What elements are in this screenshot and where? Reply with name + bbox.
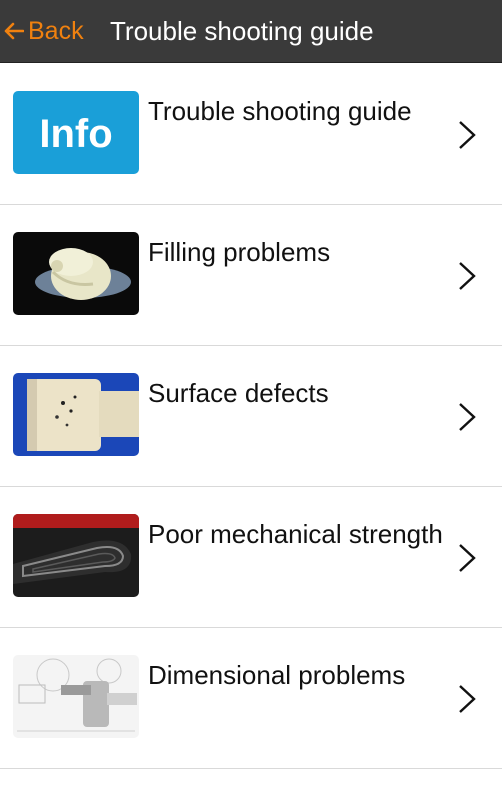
chevron-right-icon (459, 403, 476, 431)
list-item-label: Trouble shooting guide (148, 96, 412, 126)
back-button[interactable]: Back (4, 13, 84, 49)
filling-problems-thumbnail (13, 232, 139, 315)
list-item-label: Dimensional problems (148, 660, 406, 690)
top-bar: Back Trouble shooting guide (0, 0, 502, 63)
dimensional-problems-thumbnail (13, 655, 139, 738)
mechanical-strength-thumbnail (13, 514, 139, 597)
list-item-poor-mechanical-strength[interactable]: Poor mechanical strength (0, 487, 502, 628)
chevron-right-icon (459, 121, 476, 149)
list-item-filling-problems[interactable]: Filling problems (0, 205, 502, 346)
surface-defects-thumbnail (13, 373, 139, 456)
page-title: Trouble shooting guide (110, 16, 374, 46)
list-item-label: Poor mechanical strength (148, 519, 443, 549)
chevron-right-icon (459, 262, 476, 290)
list-item-trouble-shooting-guide[interactable]: Info Trouble shooting guide (0, 64, 502, 205)
list-item-dimensional-problems[interactable]: Dimensional problems (0, 628, 502, 769)
list-item-label: Surface defects (148, 378, 329, 408)
chevron-right-icon (459, 685, 476, 713)
info-thumbnail: Info (13, 91, 139, 174)
list-item-surface-defects[interactable]: Surface defects (0, 346, 502, 487)
back-label: Back (28, 16, 84, 45)
list-item-label: Filling problems (148, 237, 331, 267)
guide-list: Info Trouble shooting guide Filling prob… (0, 64, 502, 769)
info-thumbnail-text: Info (39, 112, 112, 156)
chevron-right-icon (459, 544, 476, 572)
arrow-left-icon (4, 22, 24, 40)
